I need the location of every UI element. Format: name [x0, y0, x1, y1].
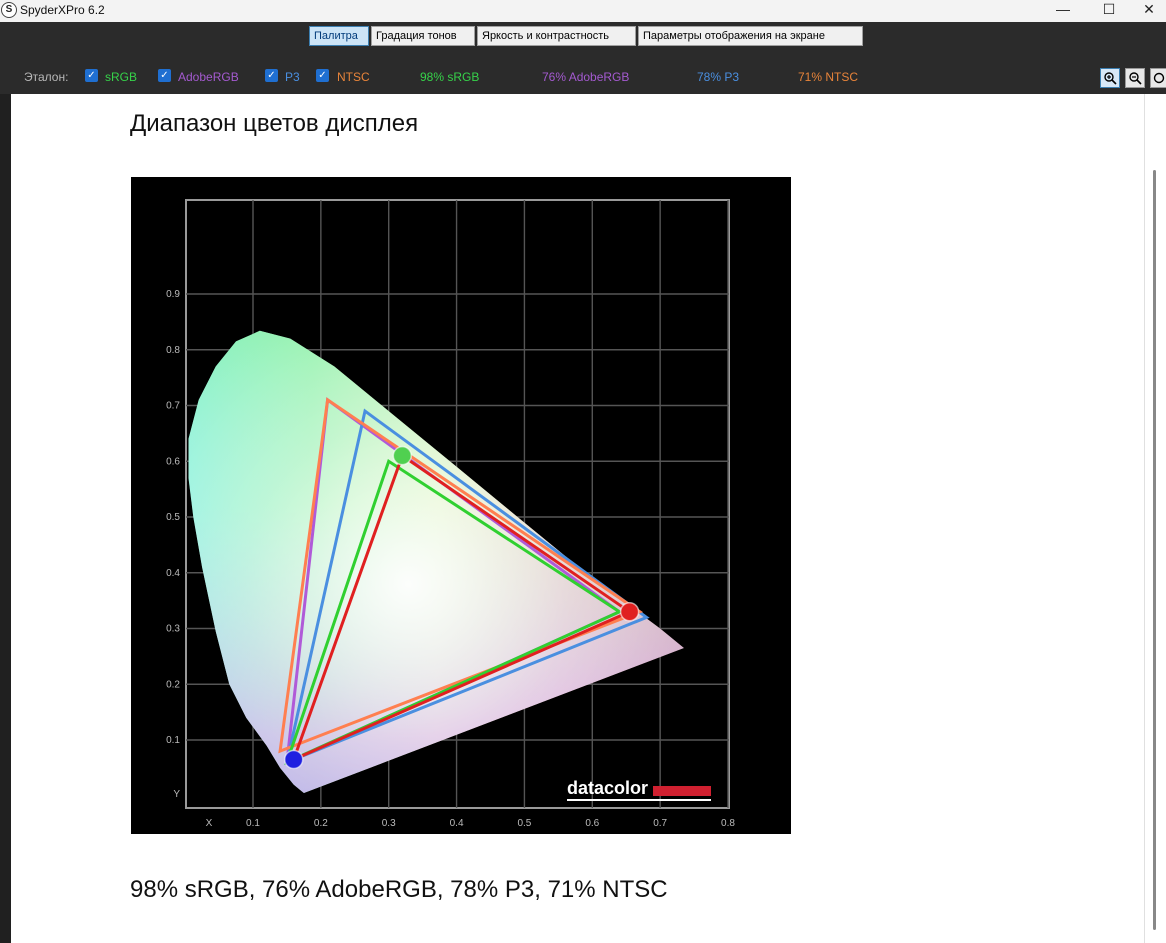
logo-underline: [567, 799, 711, 801]
p3-checkbox[interactable]: ✓: [265, 69, 278, 82]
gamut-summary: 98% sRGB, 76% AdobeRGB, 78% P3, 71% NTSC: [130, 876, 668, 903]
x-tick-label: 0.5: [517, 818, 531, 829]
refresh-icon: [1153, 72, 1164, 84]
window-title: SpyderXPro 6.2: [20, 3, 105, 17]
x-tick-label: 0.7: [653, 818, 667, 829]
tab-palette[interactable]: Палитра: [309, 26, 369, 46]
ntsc-coverage: 71% NTSC: [798, 70, 859, 84]
primary-point-0: [619, 602, 640, 622]
title-bar: S SpyderXPro 6.2 — ☐ ✕: [0, 0, 1166, 22]
cie-gamut-chart: 0.1 0.2 0.3 0.4 0.5 0.6 0.7 0.8 0.1 0.2 0.3 0.4 0.5 0…: [131, 177, 791, 834]
primary-point-1: [392, 445, 413, 466]
y-tick-label: 0.6: [166, 456, 180, 467]
zoom-out-button[interactable]: [1125, 68, 1145, 88]
x-tick-label: 0.6: [585, 818, 599, 829]
y-tick-label: 0.2: [166, 679, 180, 690]
y-axis-label: Y: [173, 789, 180, 800]
page-title: Диапазон цветов дисплея: [130, 110, 419, 137]
zoom-reset-button[interactable]: [1150, 68, 1166, 88]
standard-label: Эталон:: [24, 70, 69, 84]
adobergb-checkbox[interactable]: ✓: [158, 69, 171, 82]
srgb-coverage: 98% sRGB: [420, 70, 480, 84]
tab-strip: Палитра Градация тонов Яркость и контрас…: [0, 22, 1166, 50]
magnifier-plus-icon: [1104, 72, 1117, 85]
minimize-button[interactable]: —: [1040, 0, 1086, 22]
datacolor-logo: datacolor: [567, 778, 648, 798]
y-tick-label: 0.1: [166, 735, 180, 746]
y-tick-label: 0.8: [166, 345, 180, 356]
x-tick-label: 0.8: [721, 818, 735, 829]
tab-tone-gradation[interactable]: Градация тонов: [371, 26, 475, 46]
logo-red-bar: [653, 786, 711, 796]
magnifier-minus-icon: [1129, 72, 1142, 85]
y-tick-label: 0.5: [166, 512, 180, 523]
p3-coverage: 78% P3: [697, 70, 740, 84]
main-content: Диапазон цветов дисплея 0.1 0.2 0.3 0.4 …: [11, 94, 1144, 943]
y-tick-label: 0.4: [166, 568, 180, 579]
x-tick-label: 0.4: [450, 818, 464, 829]
app-logo-icon: S: [1, 2, 17, 18]
primary-point-2: [283, 749, 304, 770]
tab-brightness-contrast[interactable]: Яркость и контрастность: [477, 26, 636, 46]
y-tick-label: 0.7: [166, 401, 180, 412]
y-tick-label: 0.9: [166, 289, 180, 300]
p3-label: P3: [285, 70, 300, 84]
adobergb-coverage: 76% AdobeRGB: [542, 70, 630, 84]
zoom-in-button[interactable]: [1100, 68, 1120, 88]
x-axis-label: X: [206, 818, 213, 829]
vertical-scrollbar[interactable]: [1144, 94, 1166, 943]
ntsc-checkbox[interactable]: ✓: [316, 69, 329, 82]
ntsc-label: NTSC: [337, 70, 370, 84]
adobergb-label: AdobeRGB: [178, 70, 239, 84]
srgb-checkbox[interactable]: ✓: [85, 69, 98, 82]
srgb-label: sRGB: [105, 70, 138, 84]
tab-display-settings[interactable]: Параметры отображения на экране: [638, 26, 863, 46]
x-tick-label: 0.2: [314, 818, 328, 829]
x-tick-label: 0.3: [382, 818, 396, 829]
close-button[interactable]: ✕: [1126, 0, 1166, 22]
y-tick-label: 0.3: [166, 624, 180, 635]
scrollbar-thumb[interactable]: [1153, 170, 1156, 930]
x-tick-label: 0.1: [246, 818, 260, 829]
standards-bar: Эталон: ✓ sRGB ✓ AdobeRGB ✓ P3 ✓ NTSC 98…: [0, 50, 1166, 94]
